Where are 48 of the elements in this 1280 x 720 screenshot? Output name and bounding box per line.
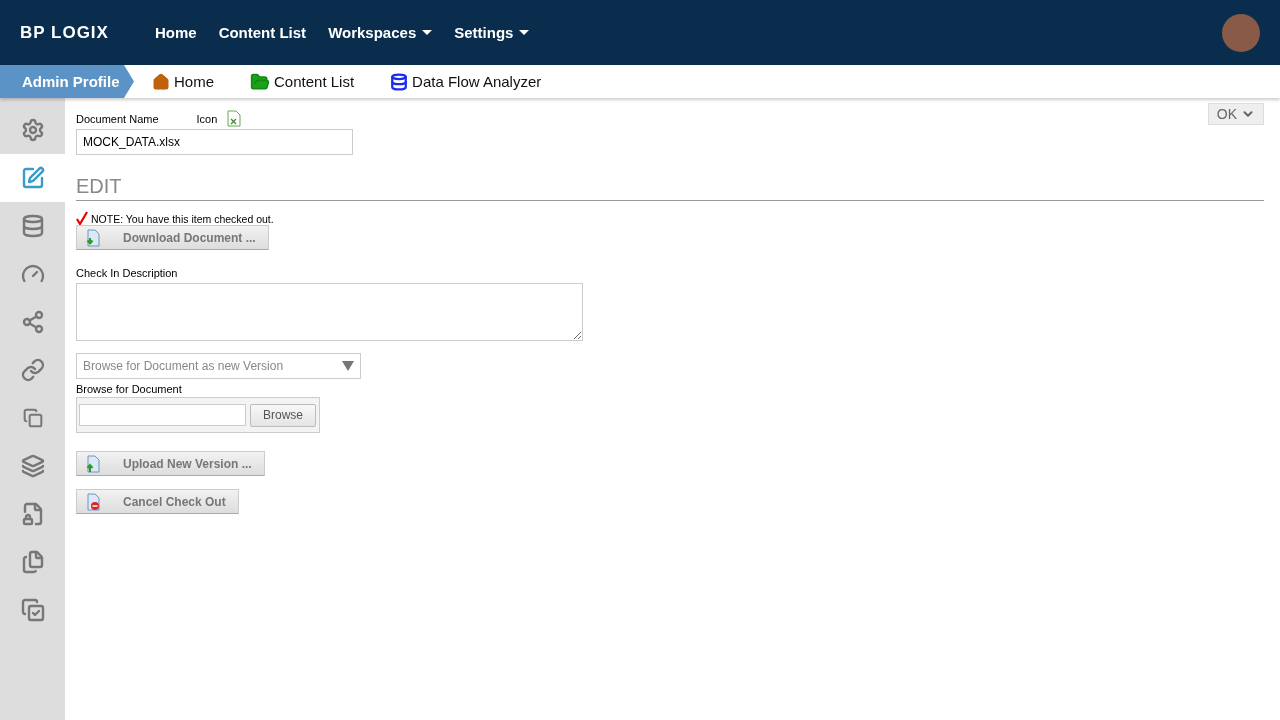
home-icon xyxy=(152,72,170,91)
gears-icon[interactable] xyxy=(20,118,45,142)
file-cancel-icon xyxy=(85,492,101,511)
note-text: NOTE: You have this item checked out. xyxy=(91,213,274,225)
ok-button[interactable]: OK xyxy=(1207,103,1264,125)
caret-icon xyxy=(422,30,433,35)
field-label: Browse for Document xyxy=(76,383,182,395)
nav-link[interactable]: Settings xyxy=(454,24,530,41)
field-label: Check In Description xyxy=(76,267,178,279)
link-label[interactable]: Content List xyxy=(274,73,355,90)
nav-link[interactable]: Workspaces xyxy=(328,24,433,41)
spreadsheet-file-icon xyxy=(227,110,242,127)
folder-icon xyxy=(250,71,270,92)
field-label: Document Name xyxy=(76,112,159,125)
file-upload-icon xyxy=(85,454,101,473)
check-mark-icon xyxy=(76,211,88,225)
dropdown-arrow-icon xyxy=(342,361,354,371)
section-heading: EDIT xyxy=(76,175,1264,201)
database-icon[interactable] xyxy=(20,214,45,238)
breadcrumb-title: Admin Profile xyxy=(0,65,134,98)
description-field[interactable] xyxy=(76,283,583,341)
nav-link[interactable]: Content List xyxy=(218,24,307,41)
logo[interactable]: BP LOGIX xyxy=(20,22,109,43)
document-name-field[interactable]: MOCK_DATA.xlsx xyxy=(76,129,353,155)
download-button[interactable]: Download Document ... xyxy=(76,225,269,250)
nav-link[interactable]: Home xyxy=(154,24,197,41)
upload-button[interactable]: Upload New Version ... xyxy=(76,451,265,476)
breadcrumb-link[interactable]: Content List xyxy=(250,71,355,92)
link-label[interactable]: Data Flow Analyzer xyxy=(412,73,542,90)
field-label: Icon xyxy=(196,112,218,125)
breadcrumb-link[interactable]: Data Flow Analyzer xyxy=(390,72,542,91)
checked-document-icon[interactable] xyxy=(20,598,45,622)
file-path-field[interactable] xyxy=(79,404,246,426)
documents-icon[interactable] xyxy=(20,550,45,574)
file-download-icon xyxy=(85,228,101,247)
caret-icon xyxy=(519,30,530,35)
sidebar-item[interactable] xyxy=(0,154,65,202)
breadcrumb-link[interactable]: Home xyxy=(152,72,214,91)
edit-icon[interactable] xyxy=(20,166,45,190)
network-icon[interactable] xyxy=(20,310,45,334)
avatar[interactable] xyxy=(1222,13,1260,52)
cancel-button[interactable]: Cancel Check Out xyxy=(76,489,239,514)
link-label[interactable]: Home xyxy=(174,73,214,90)
browse-button[interactable]: Browse xyxy=(250,403,316,427)
file-lock-icon[interactable] xyxy=(20,502,45,526)
version-select[interactable]: Browse for Document as new Version xyxy=(76,353,361,379)
link-icon[interactable] xyxy=(20,358,45,382)
database-icon xyxy=(390,72,409,91)
